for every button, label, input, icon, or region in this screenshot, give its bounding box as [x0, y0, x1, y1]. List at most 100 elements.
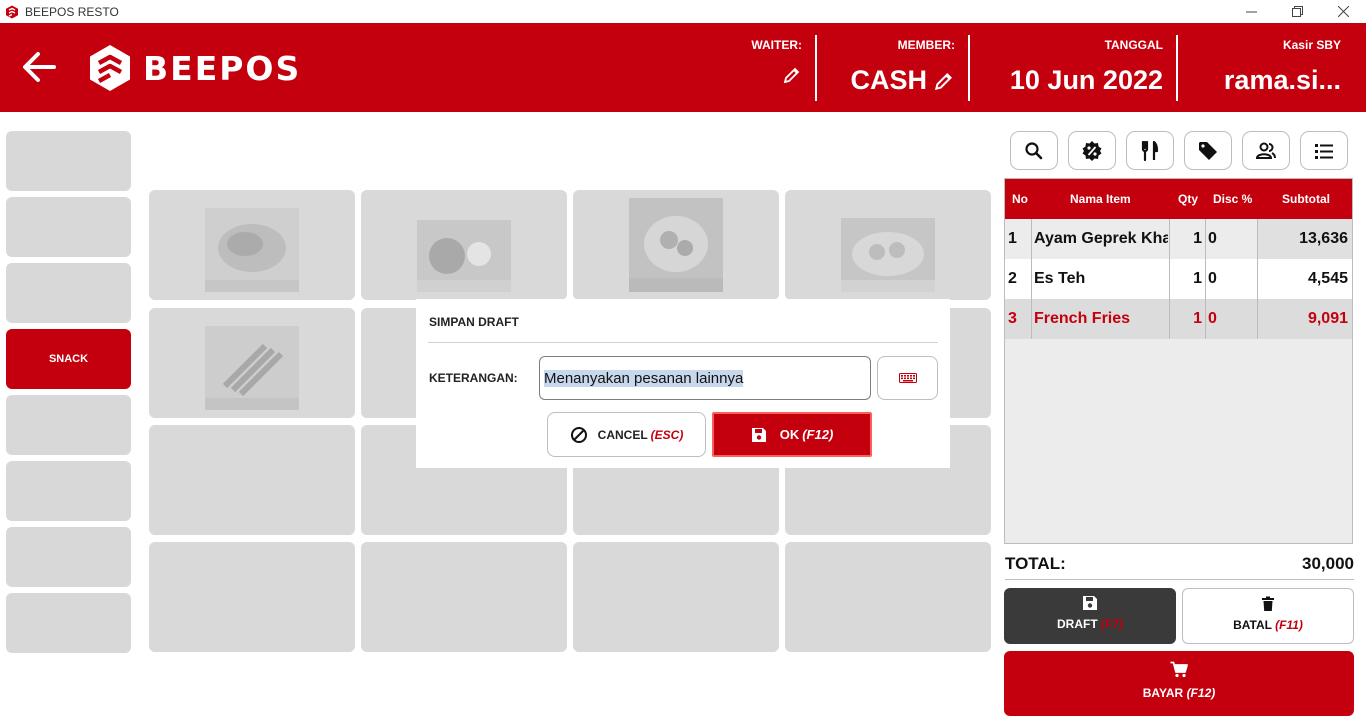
close-window-button[interactable] — [1320, 0, 1366, 23]
product-tile[interactable] — [149, 190, 355, 300]
discount-button[interactable] — [1068, 131, 1116, 170]
waiter-label: WAITER: — [751, 38, 802, 52]
cashier-section: Kasir SBY rama.si... — [1178, 23, 1355, 112]
category-item[interactable] — [6, 131, 131, 191]
product-image — [417, 220, 511, 292]
product-tile[interactable] — [361, 190, 567, 300]
row-name: French Fries — [1034, 310, 1131, 327]
discount-badge-icon — [1082, 140, 1102, 161]
row-no: 3 — [1008, 310, 1017, 327]
cancel-circle-icon — [570, 426, 587, 443]
col-subtotal: Subtotal — [1282, 192, 1330, 206]
arrow-left-icon — [23, 52, 56, 82]
category-item[interactable] — [6, 263, 131, 323]
back-button[interactable] — [20, 49, 60, 85]
dine-in-button[interactable] — [1126, 131, 1174, 170]
product-tile[interactable] — [149, 542, 355, 652]
brand-logo: BEEPOS — [87, 43, 301, 93]
row-disc: 0 — [1208, 270, 1217, 287]
food-image-icon — [629, 198, 723, 292]
row-name: Es Teh — [1034, 270, 1086, 287]
save-icon — [1083, 596, 1097, 610]
total-label: TOTAL: — [1005, 554, 1066, 573]
product-image — [629, 198, 723, 292]
row-subtotal: 9,091 — [1307, 310, 1348, 327]
category-item[interactable] — [6, 593, 131, 653]
date-value: 10 Jun 2022 — [1009, 65, 1163, 95]
product-tile[interactable] — [149, 308, 355, 418]
category-label: SNACK — [48, 353, 89, 365]
search-button[interactable] — [1010, 131, 1058, 170]
food-image-icon — [841, 218, 935, 292]
list-icon — [1315, 143, 1333, 159]
tag-button[interactable] — [1184, 131, 1232, 170]
waiter-section[interactable]: WAITER: — [700, 23, 816, 112]
users-icon — [1255, 142, 1276, 159]
dialog-title: SIMPAN DRAFT — [429, 315, 519, 329]
row-subtotal: 13,636 — [1258, 219, 1352, 259]
member-label: MEMBER: — [897, 38, 955, 52]
bayar-label: BAYAR — [1142, 686, 1184, 700]
tag-icon — [1199, 141, 1217, 160]
app-header: BEEPOS WAITER: MEMBER: CASH TANGGAL 10 J… — [0, 23, 1366, 112]
virtual-keyboard-button[interactable] — [877, 356, 938, 400]
row-qty: 1 — [1193, 230, 1202, 247]
brand-name: BEEPOS — [143, 48, 302, 88]
row-disc: 0 — [1208, 310, 1217, 327]
category-item[interactable] — [6, 197, 131, 257]
row-no: 1 — [1008, 230, 1017, 247]
category-item-snack[interactable]: SNACK — [6, 329, 131, 389]
member-section[interactable]: MEMBER: CASH — [817, 23, 969, 112]
food-image-icon — [205, 326, 299, 410]
category-item[interactable] — [6, 395, 131, 455]
date-section: TANGGAL 10 Jun 2022 — [970, 23, 1177, 112]
bayar-button[interactable]: BAYAR (F12) — [1004, 651, 1354, 716]
member-name: CASH — [850, 65, 927, 95]
draft-shortcut: (F7) — [1101, 617, 1123, 631]
batal-button[interactable]: BATAL (F11) — [1182, 588, 1354, 644]
app-window: BEEPOS RESTO BEEPOS WAITER: MEMBER: CASH… — [0, 0, 1366, 728]
member-value: CASH — [850, 65, 955, 96]
product-tile[interactable] — [785, 542, 991, 652]
keterangan-input[interactable]: Menanyakan pesanan lainnya — [539, 356, 871, 400]
trash-icon — [1262, 596, 1274, 611]
beepos-logo-icon — [90, 45, 130, 91]
maximize-button[interactable] — [1274, 0, 1320, 23]
order-row-selected[interactable]: 3 French Fries 1 0 9,091 — [1005, 299, 1352, 339]
order-row[interactable]: 1 Ayam Geprek Kha 1 0 13,636 — [1005, 219, 1352, 259]
search-icon — [1025, 141, 1043, 159]
category-item[interactable] — [6, 461, 131, 521]
category-item[interactable] — [6, 527, 131, 587]
dialog-divider — [428, 342, 938, 343]
col-qty: Qty — [1178, 192, 1199, 206]
bayar-shortcut: (F12) — [1186, 686, 1216, 700]
pencil-icon[interactable] — [782, 65, 802, 85]
ok-button[interactable]: OK (F12) — [712, 412, 872, 457]
draft-button[interactable]: DRAFT (F7) — [1004, 588, 1176, 644]
cancel-shortcut: (ESC) — [650, 427, 684, 442]
order-table: No Nama Item Qty Disc % Subtotal 1 Ayam … — [1004, 178, 1353, 544]
row-qty: 1 — [1193, 310, 1202, 327]
keterangan-label: KETERANGAN: — [429, 371, 518, 385]
cashier-label: Kasir SBY — [1282, 38, 1341, 52]
product-image — [841, 218, 935, 292]
list-button[interactable] — [1300, 131, 1348, 170]
customer-button[interactable] — [1242, 131, 1290, 170]
minimize-icon — [1245, 11, 1257, 13]
pencil-icon[interactable] — [933, 70, 955, 92]
minimize-button[interactable] — [1228, 0, 1274, 23]
row-disc: 0 — [1208, 230, 1217, 247]
row-no: 2 — [1008, 270, 1017, 287]
product-tile[interactable] — [573, 542, 779, 652]
order-row[interactable]: 2 Es Teh 1 0 4,545 — [1005, 259, 1352, 299]
product-tile[interactable] — [361, 542, 567, 652]
product-tile[interactable] — [573, 190, 779, 300]
cart-icon — [1170, 661, 1188, 678]
cancel-button[interactable]: CANCEL (ESC) — [547, 412, 706, 457]
product-tile[interactable] — [149, 425, 355, 535]
window-title: BEEPOS RESTO — [25, 4, 119, 19]
food-image-icon — [417, 220, 511, 292]
product-tile[interactable] — [785, 190, 991, 300]
col-name: Nama Item — [1070, 192, 1131, 206]
draft-label: DRAFT — [1056, 617, 1098, 631]
